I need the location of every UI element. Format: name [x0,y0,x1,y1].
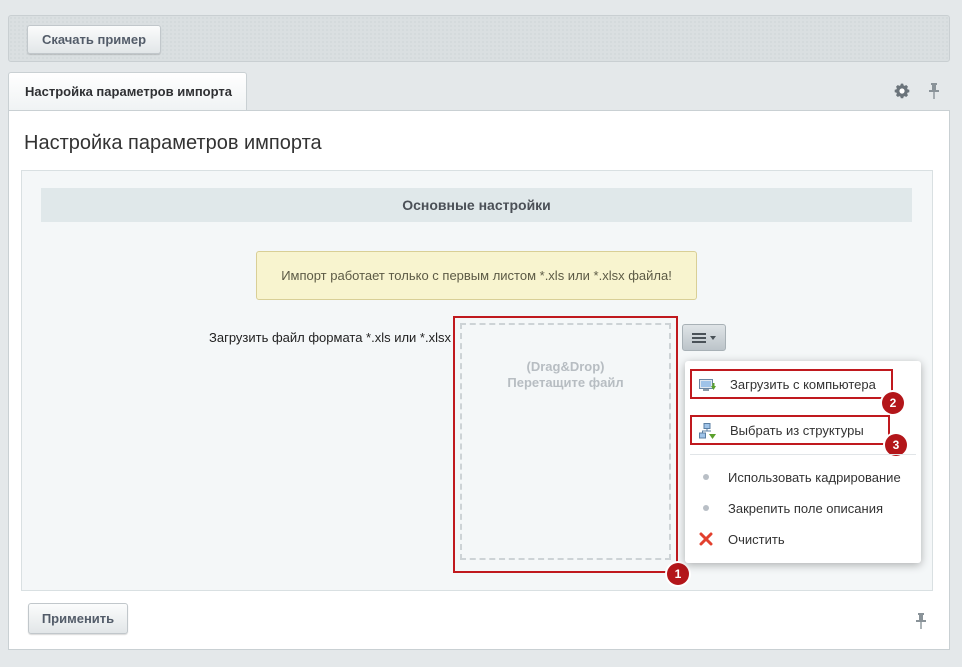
computer-upload-icon [699,377,717,395]
top-toolbar: Скачать пример [8,15,950,62]
dot-icon [697,499,715,517]
structure-icon [699,423,717,441]
menu-item-label: Выбрать из структуры [730,422,864,438]
step-badge-3: 3 [885,434,907,456]
menu-item-pin-description[interactable]: Закрепить поле описания [690,493,890,523]
menu-icon [692,332,706,343]
dropzone-hint: (Drag&Drop) [526,359,605,374]
menu-item-label: Загрузить с компьютера [730,376,876,392]
close-icon [697,530,715,548]
dot-icon [697,468,715,486]
menu-item-label: Использовать кадрирование [728,469,901,485]
menu-item-upload-from-computer[interactable]: Загрузить с компьютера [690,369,893,399]
menu-item-label: Закрепить поле описания [728,500,884,516]
menu-item-label: Очистить [728,531,785,547]
step-badge-2: 2 [882,392,904,414]
menu-item-clear[interactable]: Очистить [690,524,890,554]
pin-icon[interactable] [925,82,943,100]
menu-item-select-from-structure[interactable]: Выбрать из структуры [690,415,890,445]
apply-button[interactable]: Применить [28,603,128,634]
notice-message: Импорт работает только с первым листом *… [256,251,697,300]
pin-icon[interactable] [912,612,930,630]
chevron-down-icon [710,335,716,340]
page-title: Настройка параметров импорта [24,132,322,154]
step-badge-1: 1 [667,563,689,585]
section-header: Основные настройки [41,188,912,222]
dropzone-instruction: Перетащите файл [507,375,624,390]
tab-import-settings[interactable]: Настройка параметров импорта [8,72,247,110]
menu-item-use-cropping[interactable]: Использовать кадрирование [690,462,901,492]
gear-icon[interactable] [893,82,911,100]
dropzone-text: (Drag&Drop) Перетащите файл [460,359,671,391]
menu-divider [690,454,916,455]
file-menu-button[interactable] [682,324,726,351]
download-example-button[interactable]: Скачать пример [27,25,161,54]
upload-field-label: Загрузить файл формата *.xls или *.xlsx [209,330,451,345]
